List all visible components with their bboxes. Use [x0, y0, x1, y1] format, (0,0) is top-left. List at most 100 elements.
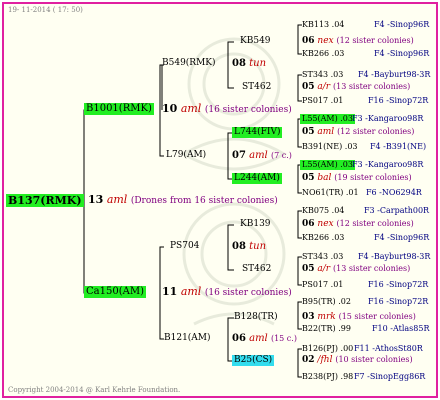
gen4-note-2: (13 sister colonies) — [332, 82, 411, 91]
gen5-name-11[interactable]: ST343 .03 — [302, 253, 343, 261]
gen3-name-2[interactable]: L79(AM) — [166, 151, 206, 160]
gen4-name-3[interactable]: L744(FIV) — [232, 127, 283, 138]
gen4-name-5[interactable]: KB139 — [240, 220, 271, 229]
gen4-name-7[interactable]: B128(TR) — [234, 313, 278, 322]
father-2-mark: aml — [180, 285, 202, 298]
gen5-code-8: F6 -NO6294R — [366, 188, 422, 197]
gen5-name-14[interactable]: B22(TR) .99 — [302, 325, 351, 333]
gen3-note-2: (7 c.) — [270, 151, 292, 160]
gen5-code-1: F4 -Sinop96R — [374, 20, 430, 29]
gen4-name-6[interactable]: ST462 — [242, 265, 271, 274]
gen4-gen-3: 05 — [302, 127, 315, 137]
gen4-name-1[interactable]: KB549 — [240, 37, 271, 46]
copyright-footer: Copyright 2004-2014 @ Karl Kehrle Founda… — [8, 386, 181, 394]
gen4-note-6: (13 sister colonies) — [332, 264, 411, 273]
gen4-name-4[interactable]: L244(AM) — [232, 173, 282, 184]
gen5-code-4: F16 -Sinop72R — [368, 96, 429, 105]
father-1-row: 10 aml (16 sister colonies) — [162, 103, 292, 115]
gen3-gen-4: 06 — [232, 333, 246, 344]
father-2[interactable]: Ca150(AM) — [84, 286, 146, 298]
gen4-mark-2: a/r — [317, 82, 331, 92]
gen5-name-8[interactable]: NO61(TR) .01 — [302, 189, 359, 197]
root-queen[interactable]: B137(RMK) — [6, 194, 84, 207]
father-1[interactable]: B1001(RMK) — [84, 103, 154, 115]
gen5-code-7: F3 -Kangaroo98R — [352, 160, 424, 169]
gen5-name-6[interactable]: B391(NE) .03 — [302, 143, 358, 151]
gen3-name-1[interactable]: B549(RMK) — [162, 59, 216, 68]
gen3-mark-4: aml — [249, 333, 268, 344]
root-generation-row: 13 aml (Drones from 16 sister colonies) — [88, 194, 278, 206]
gen5-code-9: F3 -Carpath00R — [364, 206, 430, 215]
gen4-gen-1: 06 — [302, 36, 315, 46]
gen4-row-5: 06 nex (12 sister colonies) — [302, 220, 414, 229]
gen5-code-13: F16 -Sinop72R — [368, 297, 429, 306]
gen3-mark-1: tun — [249, 58, 267, 69]
gen4-name-2[interactable]: ST462 — [242, 83, 271, 92]
father-1-mark: aml — [180, 102, 202, 115]
gen5-name-13[interactable]: B95(TR) .02 — [302, 298, 351, 306]
gen5-code-16: F7 -SinopEgg86R — [354, 372, 426, 381]
gen5-name-7[interactable]: L55(AM) .03 — [300, 160, 355, 170]
gen4-name-8[interactable]: B25(CS) — [232, 355, 275, 366]
gen3-gen-1: 08 — [232, 58, 246, 69]
gen3-mark-3: tun — [249, 241, 267, 252]
root-gen: 13 — [88, 193, 104, 206]
gen4-row-4: 05 bal (19 sister colonies) — [302, 174, 412, 183]
gen4-mark-6: a/r — [317, 264, 331, 274]
gen4-row-1: 06 nex (12 sister colonies) — [302, 37, 414, 46]
gen4-mark-5: nex — [317, 219, 334, 229]
gen4-mark-7: mrk — [317, 312, 336, 322]
gen4-row-2: 05 a/r (13 sister colonies) — [302, 83, 410, 92]
gen4-gen-6: 05 — [302, 264, 315, 274]
gen5-name-5[interactable]: L55(AM) .03 — [300, 114, 355, 124]
gen5-name-3[interactable]: ST343 .03 — [302, 71, 343, 79]
gen4-mark-1: nex — [317, 36, 334, 46]
pedigree-canvas: 19- 11-2014 ( 17: 50) Copyright 2004-201… — [2, 2, 438, 398]
gen5-name-12[interactable]: PS017 .01 — [302, 281, 343, 289]
gen5-code-2: F4 -Sinop96R — [374, 49, 430, 58]
gen5-code-15: F11 -AthosSt80R — [354, 344, 423, 353]
gen5-name-9[interactable]: KB075 .04 — [302, 207, 344, 215]
gen3-row-2: 07 aml (7 c.) — [232, 151, 292, 161]
gen5-code-14: F10 -Atlas85R — [372, 324, 430, 333]
gen3-mark-2: aml — [249, 150, 268, 161]
gen3-gen-3: 08 — [232, 241, 246, 252]
gen5-code-3: F4 -Bayburt98-3R — [358, 70, 431, 79]
gen3-name-3[interactable]: PS704 — [170, 242, 199, 251]
gen4-row-3: 05 aml (12 sister colonies) — [302, 128, 414, 137]
gen3-row-1: 08 tun — [232, 59, 266, 69]
gen4-mark-4: bal — [317, 173, 332, 183]
gen5-name-10[interactable]: KB266 .03 — [302, 234, 344, 242]
gen5-code-11: F4 -Bayburt98-3R — [358, 252, 431, 261]
gen5-name-1[interactable]: KB113 .04 — [302, 21, 344, 29]
father-2-gen: 11 — [162, 285, 178, 298]
gen5-name-16[interactable]: B238(PJ) .98 — [302, 373, 353, 381]
gen4-note-5: (12 sister colonies) — [336, 219, 414, 228]
gen3-name-4[interactable]: B121(AM) — [164, 334, 211, 343]
gen3-row-4: 06 aml (15 c.) — [232, 334, 297, 344]
gen5-code-5: F3 -Kangaroo98R — [352, 114, 424, 123]
father-1-note: (16 sister colonies) — [204, 105, 292, 115]
father-2-row: 11 aml (16 sister colonies) — [162, 286, 292, 298]
gen4-row-8: 02 /fhl (10 sister colonies) — [302, 356, 413, 365]
gen4-note-4: (19 sister colonies) — [334, 173, 412, 182]
gen4-note-7: (15 sister colonies) — [338, 312, 416, 321]
root-note: (Drones from 16 sister colonies) — [130, 196, 278, 206]
gen5-name-15[interactable]: B126(PJ) .00 — [302, 345, 353, 353]
gen4-note-3: (12 sister colonies) — [337, 127, 415, 136]
gen4-gen-5: 06 — [302, 219, 315, 229]
gen5-code-12: F16 -Sinop72R — [368, 280, 429, 289]
gen3-note-4: (15 c.) — [270, 334, 297, 343]
gen5-name-2[interactable]: KB266 .03 — [302, 50, 344, 58]
gen3-row-3: 08 tun — [232, 242, 266, 252]
gen5-name-4[interactable]: PS017 .01 — [302, 97, 343, 105]
gen4-note-1: (12 sister colonies) — [336, 36, 414, 45]
generated-date: 19- 11-2014 ( 17: 50) — [8, 6, 83, 14]
gen4-gen-2: 05 — [302, 82, 315, 92]
gen4-mark-3: aml — [317, 127, 335, 137]
gen5-code-6: F4 -B391(NE) — [370, 142, 427, 151]
gen4-row-6: 05 a/r (13 sister colonies) — [302, 265, 410, 274]
gen3-gen-2: 07 — [232, 150, 246, 161]
gen4-gen-8: 02 — [302, 355, 315, 365]
father-2-note: (16 sister colonies) — [204, 288, 292, 298]
